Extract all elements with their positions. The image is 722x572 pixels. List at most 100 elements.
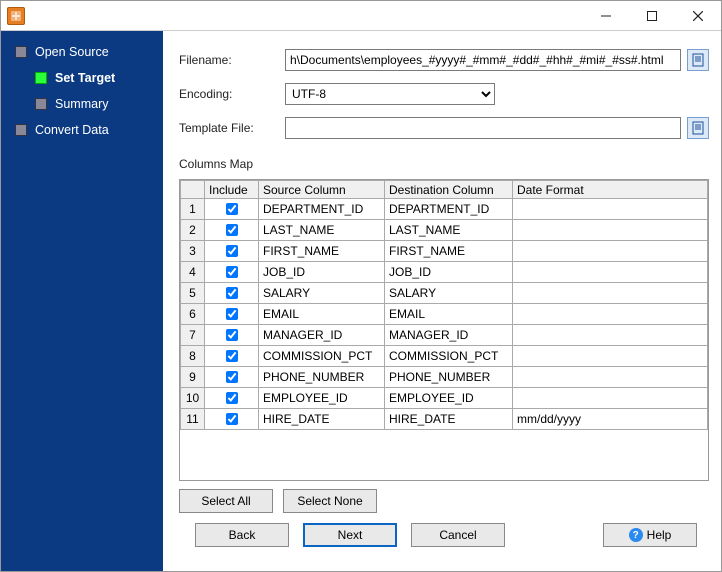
- cell-include[interactable]: [205, 283, 259, 304]
- cell-source[interactable]: HIRE_DATE: [259, 409, 385, 430]
- cell-include[interactable]: [205, 220, 259, 241]
- cell-format[interactable]: [513, 262, 708, 283]
- include-checkbox[interactable]: [226, 224, 238, 236]
- cell-dest[interactable]: MANAGER_ID: [385, 325, 513, 346]
- table-row[interactable]: 5SALARYSALARY: [181, 283, 708, 304]
- cell-source[interactable]: EMAIL: [259, 304, 385, 325]
- sidebar-item[interactable]: Summary: [1, 91, 163, 117]
- cell-format[interactable]: [513, 388, 708, 409]
- header-rownum: [181, 181, 205, 199]
- sidebar-item[interactable]: Open Source: [1, 39, 163, 65]
- cell-format[interactable]: [513, 367, 708, 388]
- help-button[interactable]: ? Help: [603, 523, 697, 547]
- table-row[interactable]: 11HIRE_DATEHIRE_DATEmm/dd/yyyy: [181, 409, 708, 430]
- cell-include[interactable]: [205, 325, 259, 346]
- sidebar-item[interactable]: Convert Data: [1, 117, 163, 143]
- cell-source[interactable]: COMMISSION_PCT: [259, 346, 385, 367]
- cell-source[interactable]: EMPLOYEE_ID: [259, 388, 385, 409]
- cell-dest[interactable]: LAST_NAME: [385, 220, 513, 241]
- table-row[interactable]: 2LAST_NAMELAST_NAME: [181, 220, 708, 241]
- include-checkbox[interactable]: [226, 287, 238, 299]
- include-checkbox[interactable]: [226, 392, 238, 404]
- table-row[interactable]: 1DEPARTMENT_IDDEPARTMENT_ID: [181, 199, 708, 220]
- cell-dest[interactable]: DEPARTMENT_ID: [385, 199, 513, 220]
- include-checkbox[interactable]: [226, 308, 238, 320]
- cell-include[interactable]: [205, 304, 259, 325]
- back-button[interactable]: Back: [195, 523, 289, 547]
- minimize-button[interactable]: [583, 1, 629, 30]
- table-row[interactable]: 9PHONE_NUMBERPHONE_NUMBER: [181, 367, 708, 388]
- include-checkbox[interactable]: [226, 371, 238, 383]
- table-row[interactable]: 6 EMAILEMAIL: [181, 304, 708, 325]
- row-number: 10: [181, 388, 205, 409]
- cell-source[interactable]: SALARY: [259, 283, 385, 304]
- cell-include[interactable]: [205, 367, 259, 388]
- maximize-button[interactable]: [629, 1, 675, 30]
- content-pane: Filename: Encoding: UTF-8 Template File:: [163, 31, 721, 571]
- cell-source[interactable]: FIRST_NAME: [259, 241, 385, 262]
- table-row[interactable]: 4JOB_IDJOB_ID: [181, 262, 708, 283]
- cell-source[interactable]: LAST_NAME: [259, 220, 385, 241]
- cell-source[interactable]: PHONE_NUMBER: [259, 367, 385, 388]
- cell-source[interactable]: JOB_ID: [259, 262, 385, 283]
- table-row[interactable]: 8 COMMISSION_PCTCOMMISSION_PCT: [181, 346, 708, 367]
- cell-source[interactable]: DEPARTMENT_ID: [259, 199, 385, 220]
- cell-dest[interactable]: PHONE_NUMBER: [385, 367, 513, 388]
- include-checkbox[interactable]: [226, 329, 238, 341]
- header-dest[interactable]: Destination Column: [385, 181, 513, 199]
- include-checkbox[interactable]: [226, 203, 238, 215]
- filename-input[interactable]: [285, 49, 681, 71]
- cell-format[interactable]: [513, 199, 708, 220]
- row-number: 6: [181, 304, 205, 325]
- columns-map-table-wrap[interactable]: Include Source Column Destination Column…: [179, 179, 709, 481]
- include-checkbox[interactable]: [226, 413, 238, 425]
- include-checkbox[interactable]: [226, 350, 238, 362]
- browse-file-icon[interactable]: [687, 49, 709, 71]
- include-checkbox[interactable]: [226, 266, 238, 278]
- header-format[interactable]: Date Format: [513, 181, 708, 199]
- cell-dest[interactable]: SALARY: [385, 283, 513, 304]
- cancel-button[interactable]: Cancel: [411, 523, 505, 547]
- header-include[interactable]: Include: [205, 181, 259, 199]
- select-all-button[interactable]: Select All: [179, 489, 273, 513]
- cell-include[interactable]: [205, 346, 259, 367]
- table-header-row: Include Source Column Destination Column…: [181, 181, 708, 199]
- next-button[interactable]: Next: [303, 523, 397, 547]
- cell-dest[interactable]: COMMISSION_PCT: [385, 346, 513, 367]
- cell-format[interactable]: [513, 241, 708, 262]
- cell-include[interactable]: [205, 241, 259, 262]
- cell-include[interactable]: [205, 199, 259, 220]
- encoding-select[interactable]: UTF-8: [285, 83, 495, 105]
- cell-include[interactable]: [205, 262, 259, 283]
- sidebar-item-label: Convert Data: [35, 123, 109, 137]
- close-button[interactable]: [675, 1, 721, 30]
- table-row[interactable]: 10 EMPLOYEE_IDEMPLOYEE_ID: [181, 388, 708, 409]
- cell-format[interactable]: [513, 220, 708, 241]
- cell-include[interactable]: [205, 388, 259, 409]
- row-number: 8: [181, 346, 205, 367]
- cell-dest[interactable]: EMAIL: [385, 304, 513, 325]
- cell-format[interactable]: [513, 325, 708, 346]
- cell-dest[interactable]: FIRST_NAME: [385, 241, 513, 262]
- select-none-button[interactable]: Select None: [283, 489, 377, 513]
- template-input[interactable]: [285, 117, 681, 139]
- cell-dest[interactable]: HIRE_DATE: [385, 409, 513, 430]
- sidebar-item[interactable]: Set Target: [1, 65, 163, 91]
- step-marker-icon: [35, 72, 47, 84]
- row-number: 7: [181, 325, 205, 346]
- browse-template-icon[interactable]: [687, 117, 709, 139]
- include-checkbox[interactable]: [226, 245, 238, 257]
- cell-format[interactable]: [513, 346, 708, 367]
- cell-dest[interactable]: EMPLOYEE_ID: [385, 388, 513, 409]
- table-row[interactable]: 7 MANAGER_IDMANAGER_ID: [181, 325, 708, 346]
- cell-format[interactable]: mm/dd/yyyy: [513, 409, 708, 430]
- step-marker-icon: [15, 46, 27, 58]
- cell-include[interactable]: [205, 409, 259, 430]
- header-source[interactable]: Source Column: [259, 181, 385, 199]
- cell-dest[interactable]: JOB_ID: [385, 262, 513, 283]
- cell-format[interactable]: [513, 304, 708, 325]
- wizard-sidebar: Open SourceSet TargetSummary Convert Data: [1, 31, 163, 571]
- cell-source[interactable]: MANAGER_ID: [259, 325, 385, 346]
- table-row[interactable]: 3FIRST_NAMEFIRST_NAME: [181, 241, 708, 262]
- cell-format[interactable]: [513, 283, 708, 304]
